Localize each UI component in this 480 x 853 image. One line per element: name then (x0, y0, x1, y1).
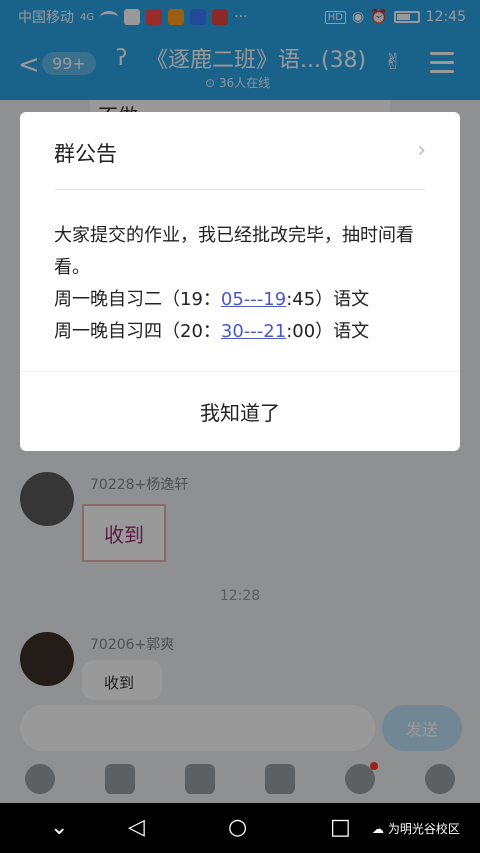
wechat-icon: ☁ (372, 822, 384, 836)
dialog-title: 群公告 (54, 142, 117, 166)
confirm-button[interactable]: 我知道了 (20, 371, 460, 451)
announcement-line: 周一晚自习四（20：30---21:00）语文 (54, 316, 426, 348)
time-link[interactable]: 05---19 (221, 289, 286, 310)
dialog-header[interactable]: 群公告 › (54, 138, 426, 190)
announcement-line: 周一晚自习二（19：05---19:45）语文 (54, 284, 426, 316)
chevron-down-icon[interactable]: ⌄ (50, 815, 68, 840)
time-link[interactable]: 30---21 (221, 321, 286, 342)
system-nav-bar: ⌄ ◁ ○ □ ☁ 为明光谷校区 (0, 803, 480, 853)
line-suffix: :45）语文 (286, 289, 370, 310)
line-prefix: 周一晚自习二（19： (54, 289, 221, 310)
line-prefix: 周一晚自习四（20： (54, 321, 221, 342)
recents-square-icon[interactable]: □ (330, 815, 351, 840)
watermark: ☁ 为明光谷校区 (372, 820, 460, 837)
announcement-body: 大家提交的作业，我已经批改完毕，抽时间看看。 周一晚自习二（19：05---19… (54, 220, 426, 348)
announcement-dialog: 群公告 › 大家提交的作业，我已经批改完毕，抽时间看看。 周一晚自习二（19：0… (20, 112, 460, 451)
watermark-text: 为明光谷校区 (387, 822, 460, 836)
home-circle-icon[interactable]: ○ (228, 815, 247, 840)
chevron-right-icon[interactable]: › (417, 138, 426, 163)
announcement-line: 大家提交的作业，我已经批改完毕，抽时间看看。 (54, 225, 414, 278)
line-suffix: :00）语文 (286, 321, 370, 342)
back-triangle-icon[interactable]: ◁ (128, 815, 145, 840)
